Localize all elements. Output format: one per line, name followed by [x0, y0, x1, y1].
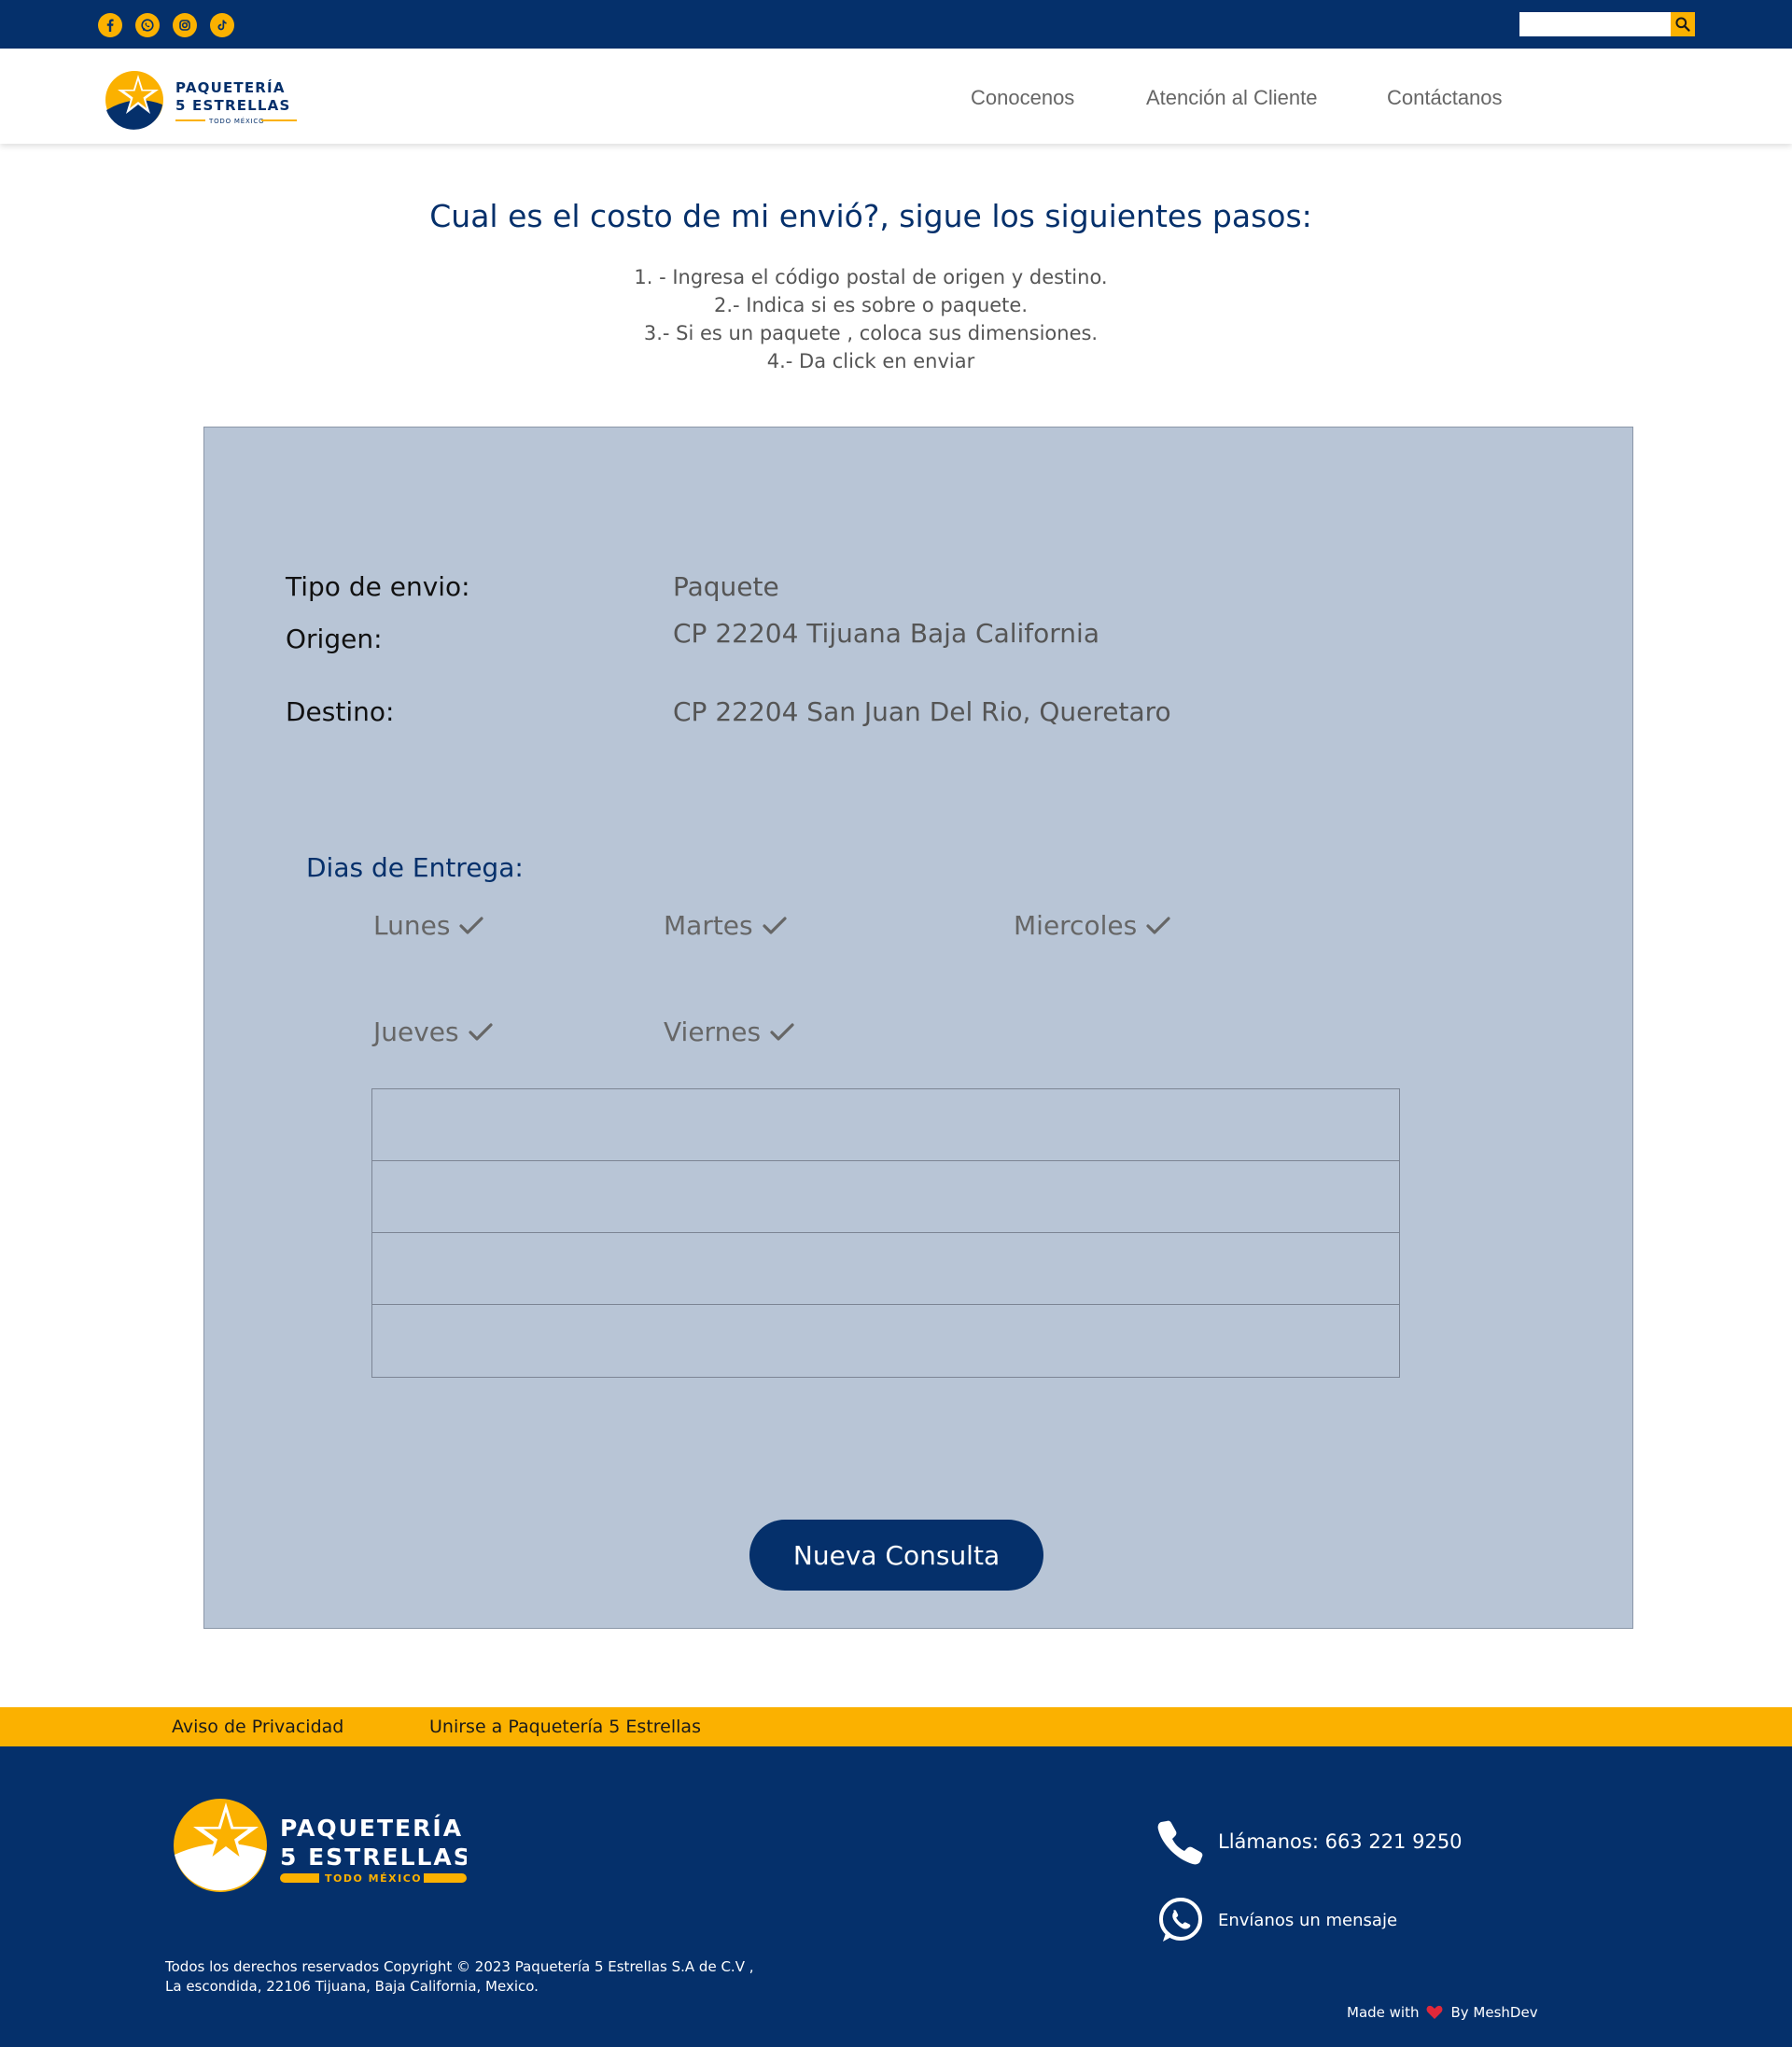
instagram-icon[interactable]	[173, 13, 197, 37]
day-jueves: Jueves	[373, 1016, 495, 1047]
svg-text:TODO MÉXICO: TODO MÉXICO	[208, 117, 264, 125]
footer-brand-logo: PAQUETERÍA 5 ESTRELLAS TODO MÉXICO	[168, 1793, 470, 1896]
table-row	[372, 1089, 1399, 1161]
origin-value: CP 22204 Tijuana Baja California	[673, 618, 1099, 649]
search-input[interactable]	[1519, 12, 1671, 36]
table-row	[372, 1233, 1399, 1305]
svg-text:PAQUETERÍA: PAQUETERÍA	[280, 1815, 463, 1842]
delivery-days-title: Dias de Entrega:	[306, 852, 524, 883]
svg-text:PAQUETERÍA: PAQUETERÍA	[175, 78, 286, 96]
shipping-type-value: Paquete	[673, 571, 779, 602]
day-label: Lunes	[373, 910, 451, 941]
day-label: Martes	[664, 910, 753, 941]
nav-atencion-cliente[interactable]: Atención al Cliente	[1146, 86, 1317, 110]
phone-icon	[1157, 1820, 1203, 1865]
search-icon	[1675, 17, 1690, 32]
check-icon	[469, 1022, 493, 1041]
page-title: Cual es el costo de mi envió?, sigue los…	[429, 198, 1312, 234]
new-query-button[interactable]: Nueva Consulta	[749, 1520, 1043, 1591]
made-with-label: Made with	[1347, 2004, 1420, 2021]
table-row	[372, 1305, 1399, 1377]
copyright-text: Todos los derechos reservados Copyright …	[165, 1957, 754, 1997]
day-label: Viernes	[664, 1016, 762, 1047]
address-line: La escondida, 22106 Tijuana, Baja Califo…	[165, 1978, 539, 1995]
footer-links-bar: Aviso de Privacidad Unirse a Paquetería …	[0, 1707, 1792, 1746]
check-icon	[763, 916, 787, 934]
phone-label: Llámanos: 663 221 9250	[1218, 1830, 1463, 1853]
day-viernes: Viernes	[664, 1016, 796, 1047]
call-us-link[interactable]: Llámanos: 663 221 9250	[1155, 1816, 1463, 1867]
table-row	[372, 1161, 1399, 1233]
whatsapp-icon	[1159, 1898, 1202, 1942]
check-icon	[459, 916, 484, 934]
meshdev-credit[interactable]: By MeshDev	[1450, 2004, 1537, 2021]
step-1: 1. - Ingresa el código postal de origen …	[634, 266, 1108, 288]
day-label: Jueves	[373, 1016, 459, 1047]
site-header: PAQUETERÍA 5 ESTRELLAS TODO MÉXICO Conoc…	[0, 49, 1792, 144]
check-icon	[1146, 916, 1170, 934]
site-footer: PAQUETERÍA 5 ESTRELLAS TODO MÉXICO Todos…	[0, 1746, 1792, 2047]
origin-label: Origen:	[286, 624, 383, 654]
search-button[interactable]	[1671, 12, 1695, 36]
nav-conocenos[interactable]: Conocenos	[971, 86, 1074, 110]
step-4: 4.- Da click en enviar	[766, 350, 975, 372]
day-martes: Martes	[664, 910, 789, 941]
svg-text:5 ESTRELLAS: 5 ESTRELLAS	[175, 97, 290, 114]
result-table	[371, 1088, 1400, 1378]
day-miercoles: Miercoles	[1014, 910, 1172, 941]
facebook-icon[interactable]	[98, 13, 122, 37]
brand-logo[interactable]: PAQUETERÍA 5 ESTRELLAS TODO MÉXICO	[103, 67, 308, 133]
svg-text:5 ESTRELLAS: 5 ESTRELLAS	[280, 1844, 467, 1871]
tiktok-icon[interactable]	[210, 13, 234, 37]
message-label: Envíanos un mensaje	[1218, 1910, 1398, 1930]
destination-value: CP 22204 San Juan Del Rio, Queretaro	[673, 696, 1171, 727]
join-link[interactable]: Unirse a Paquetería 5 Estrellas	[429, 1717, 701, 1737]
heart-icon	[1427, 2005, 1443, 2019]
check-icon	[770, 1022, 794, 1041]
message-us-link[interactable]: Envíanos un mensaje	[1155, 1895, 1397, 1945]
made-with-credit: Made with By MeshDev	[1347, 2004, 1538, 2021]
shipping-type-label: Tipo de envio:	[286, 571, 470, 602]
whatsapp-icon[interactable]	[135, 13, 160, 37]
nav-contactanos[interactable]: Contáctanos	[1387, 86, 1503, 110]
step-3: 3.- Si es un paquete , coloca sus dimens…	[643, 322, 1099, 344]
day-label: Miercoles	[1014, 910, 1138, 941]
step-2: 2.- Indica si es sobre o paquete.	[713, 294, 1029, 316]
top-bar	[0, 0, 1792, 49]
copyright-line: Todos los derechos reservados Copyright …	[165, 1958, 754, 1975]
privacy-notice-link[interactable]: Aviso de Privacidad	[172, 1717, 343, 1737]
svg-text:TODO MÉXICO: TODO MÉXICO	[325, 1872, 422, 1885]
destination-label: Destino:	[286, 696, 395, 727]
day-lunes: Lunes	[373, 910, 485, 941]
